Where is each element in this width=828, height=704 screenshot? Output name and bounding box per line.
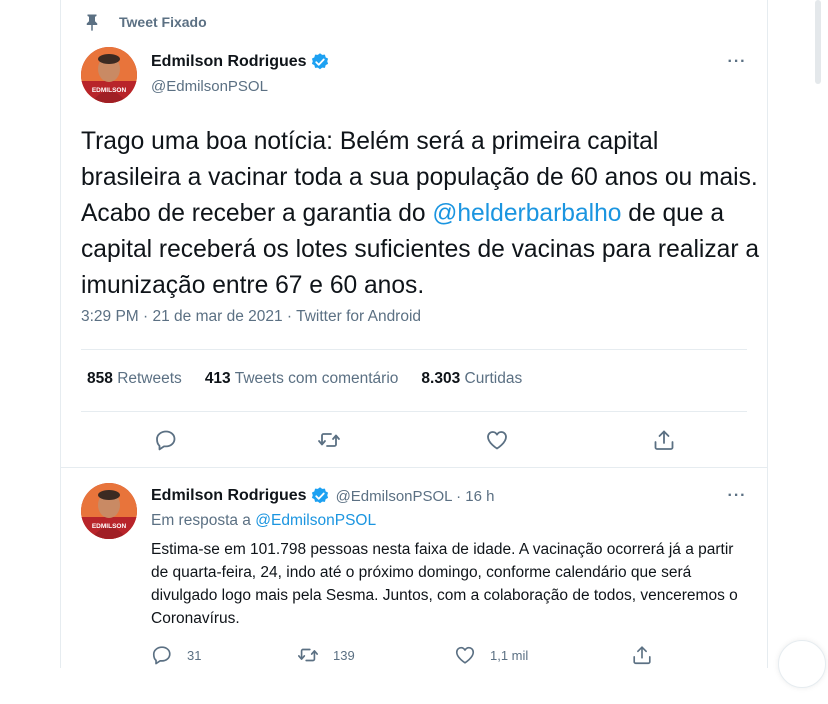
pinned-indicator: Tweet Fixado: [83, 12, 207, 32]
more-options-button[interactable]: ···: [723, 54, 751, 75]
verified-icon: [311, 487, 328, 504]
retweets-label: Retweets: [117, 370, 182, 387]
reply-author-name[interactable]: Edmilson Rodrigues: [151, 487, 307, 505]
reply-likes-count: 1,1 mil: [490, 647, 529, 663]
tweet-text: Trago uma boa notícia: Belém será a prim…: [81, 124, 761, 304]
author-line: Edmilson Rodrigues: [151, 52, 330, 72]
tweet-separator: [61, 467, 767, 468]
retweets-count: 858: [87, 370, 113, 387]
reply-text: Estima-se em 101.798 pessoas nesta faixa…: [151, 541, 738, 627]
reply-author-line: Edmilson Rodrigues @EdmilsonPSOL · 16 h: [151, 486, 494, 506]
tweet-timestamp[interactable]: 3:29 PM · 21 de mar de 2021 · Twitter fo…: [81, 308, 421, 326]
share-button[interactable]: [649, 425, 679, 455]
share-icon: [654, 430, 674, 450]
likes-count: 8.303: [421, 370, 461, 387]
reply-retweets-count: 139: [333, 647, 355, 663]
retweet-icon: [318, 433, 340, 447]
comments-label: Tweets com comentário: [234, 370, 399, 387]
engagement-stats: 858 Retweets 413 Tweets com comentário 8…: [87, 370, 545, 388]
reply-more-options-button[interactable]: ···: [723, 488, 751, 509]
heart-icon: [487, 431, 507, 450]
reply-icon: [152, 646, 171, 665]
author-name[interactable]: Edmilson Rodrigues: [151, 53, 307, 71]
avatar[interactable]: EDMILSON: [81, 47, 137, 103]
comments-stat[interactable]: 413 Tweets com comentário: [205, 370, 399, 388]
retweet-button[interactable]: [314, 425, 344, 455]
pin-icon: [86, 14, 98, 31]
verified-icon: [311, 53, 328, 70]
author-handle[interactable]: @EdmilsonPSOL: [151, 78, 268, 95]
scrollbar-thumb[interactable]: [815, 0, 821, 84]
likes-stat[interactable]: 8.303 Curtidas: [421, 370, 522, 388]
retweet-icon: [298, 648, 318, 662]
likes-label: Curtidas: [464, 370, 523, 387]
share-icon: [633, 646, 651, 665]
reply-to-line: Em resposta a @EdmilsonPSOL: [151, 512, 376, 530]
reply-button[interactable]: [151, 425, 181, 455]
reply-reply-button[interactable]: 31: [151, 644, 201, 666]
reply-avatar[interactable]: EDMILSON: [81, 483, 137, 539]
mention-link[interactable]: @helderbarbalho: [432, 200, 621, 227]
reply-share-button[interactable]: [631, 644, 653, 666]
reply-replies-count: 31: [187, 647, 202, 663]
divider: [81, 411, 747, 412]
author-handle-line: @EdmilsonPSOL: [151, 78, 268, 95]
avatar-logo-text: EDMILSON: [92, 87, 127, 94]
like-button[interactable]: [482, 425, 512, 455]
reply-to-mention[interactable]: @EdmilsonPSOL: [255, 512, 376, 529]
reply-retweet-button[interactable]: 139: [297, 644, 355, 666]
heart-icon: [455, 646, 475, 664]
retweets-stat[interactable]: 858 Retweets: [87, 370, 182, 388]
tweet-column: Tweet Fixado EDMILSON Edmilson Rodrigues…: [60, 0, 768, 668]
divider: [81, 349, 747, 350]
comments-count: 413: [204, 370, 231, 387]
avatar-logo-text: EDMILSON: [92, 523, 127, 530]
reply-icon: [156, 430, 176, 451]
floating-button[interactable]: [778, 640, 826, 688]
reply-like-button[interactable]: 1,1 mil: [454, 644, 528, 666]
scrollbar[interactable]: [812, 0, 824, 84]
reply-handle-time[interactable]: @EdmilsonPSOL · 16 h: [336, 488, 495, 505]
reply-to-prefix: Em resposta a: [151, 512, 256, 529]
pinned-label: Tweet Fixado: [119, 14, 207, 30]
